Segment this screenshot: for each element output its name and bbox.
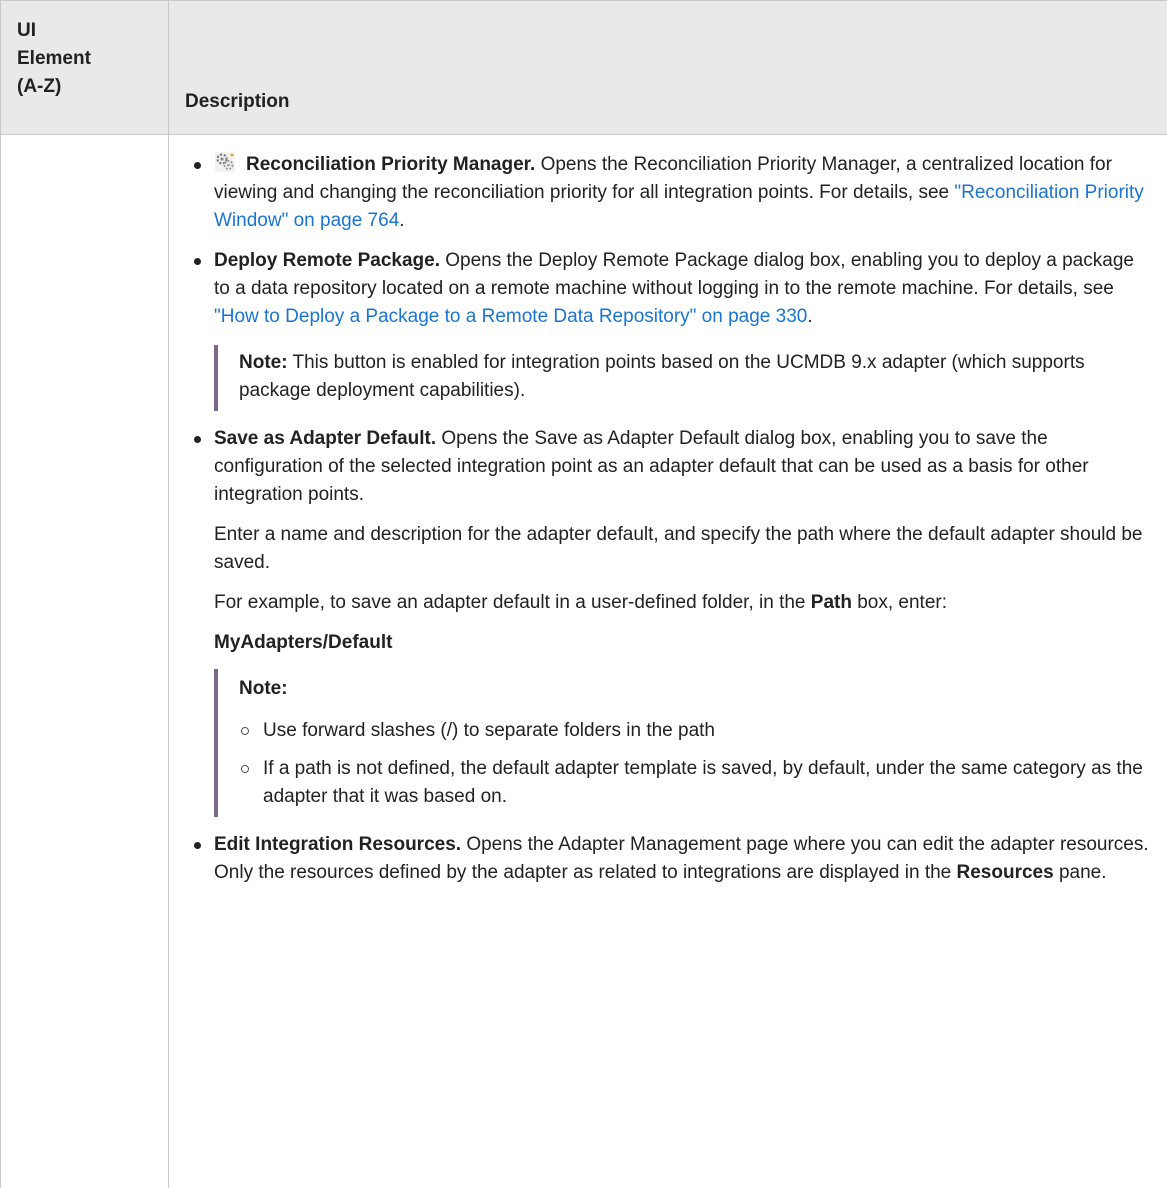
bullet-icon bbox=[194, 162, 201, 169]
header-description-label: Description bbox=[185, 91, 290, 112]
list-item-deploy-remote-package: Deploy Remote Package. Opens the Deploy … bbox=[189, 247, 1149, 411]
bullet-icon bbox=[194, 842, 201, 849]
save-default-paragraph-3: For example, to save an adapter default … bbox=[214, 592, 948, 613]
header-cell-ui-element: UI Element (A-Z) bbox=[0, 1, 168, 134]
description-content: Reconciliation Priority Manager. Opens t… bbox=[189, 151, 1149, 899]
list-item-reconciliation-priority-manager: Reconciliation Priority Manager. Opens t… bbox=[189, 151, 1149, 235]
note-label: Note: bbox=[239, 678, 288, 699]
list-item-edit-integration-resources: Edit Integration Resources. Opens the Ad… bbox=[189, 831, 1149, 887]
bullet-icon bbox=[194, 258, 201, 265]
note-box-deploy: Note: This button is enabled for integra… bbox=[214, 345, 1149, 411]
list-item-save-as-adapter-default: Save as Adapter Default. Opens the Save … bbox=[189, 425, 1149, 817]
deploy-package-link[interactable]: "How to Deploy a Package to a Remote Dat… bbox=[214, 306, 807, 327]
header-ui-element-label: UI Element (A-Z) bbox=[17, 20, 91, 97]
example-path: MyAdapters/Default bbox=[214, 632, 393, 653]
circle-bullet-icon bbox=[241, 727, 249, 735]
header-cell-description: Description bbox=[168, 1, 1167, 134]
table-header-row: UI Element (A-Z) Description bbox=[0, 1, 1167, 135]
note-box-save-default: Note: Use forward slashes (/) to separat… bbox=[214, 669, 1149, 817]
note-sub-item: If a path is not defined, the default ad… bbox=[239, 755, 1149, 811]
bullet-icon bbox=[194, 436, 201, 443]
note-sub-item: Use forward slashes (/) to separate fold… bbox=[239, 717, 1149, 745]
ui-element-cell bbox=[0, 135, 168, 1188]
save-default-paragraph-2: Enter a name and description for the ada… bbox=[214, 524, 1143, 573]
reconciliation-priority-icon bbox=[214, 151, 236, 173]
circle-bullet-icon bbox=[241, 765, 249, 773]
